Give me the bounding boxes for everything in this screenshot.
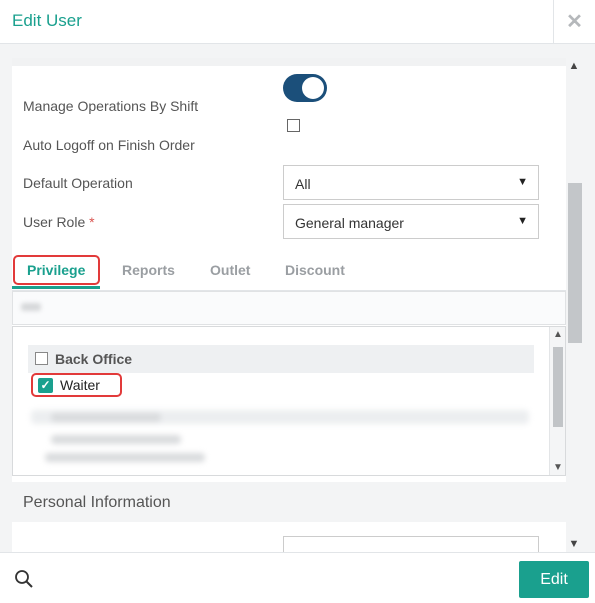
scroll-up-icon[interactable]: ▲ <box>550 329 565 340</box>
personal-info-input[interactable] <box>283 536 539 552</box>
back-office-checkbox[interactable] <box>35 352 48 365</box>
auto-logoff-checkbox[interactable] <box>287 119 300 132</box>
user-role-label-text: User Role <box>23 214 86 230</box>
default-operation-select[interactable]: All ▼ <box>283 165 539 200</box>
chevron-down-icon: ▼ <box>517 176 528 188</box>
scroll-thumb[interactable] <box>553 347 563 427</box>
highlight-annotation <box>31 373 122 397</box>
user-role-label: User Role * <box>23 214 95 230</box>
personal-information-section: Personal Information <box>12 482 566 522</box>
edit-button[interactable]: Edit <box>519 561 589 598</box>
manage-ops-label: Manage Operations By Shift <box>23 98 199 114</box>
default-operation-value: All <box>295 176 311 192</box>
tree-scrollbar[interactable]: ▲ ▼ <box>549 327 565 475</box>
dialog-scrollbar[interactable]: ▲ ▼ <box>566 58 582 550</box>
close-button[interactable]: ✕ <box>553 0 595 43</box>
scroll-down-icon[interactable]: ▼ <box>566 538 582 550</box>
auto-logoff-label: Auto Logoff on Finish Order <box>23 137 195 153</box>
required-marker: * <box>89 214 95 230</box>
close-icon: ✕ <box>566 11 583 33</box>
dialog-header: Edit User ✕ <box>0 0 595 44</box>
dialog-title: Edit User <box>12 11 82 30</box>
tab-outlet[interactable]: Outlet <box>210 262 250 278</box>
tab-reports[interactable]: Reports <box>122 262 175 278</box>
active-tab-indicator <box>12 286 100 289</box>
redacted-tree-items <box>31 405 531 475</box>
privilege-tree[interactable]: Back Office ✓ Waiter ▲ ▼ <box>12 326 566 476</box>
tab-discount[interactable]: Discount <box>285 262 345 278</box>
manage-ops-toggle[interactable] <box>283 74 327 102</box>
user-role-value: General manager <box>295 215 404 231</box>
dialog-body[interactable]: Manage Operations By Shift Auto Logoff o… <box>0 44 595 552</box>
dialog-footer: Edit <box>0 552 595 603</box>
chevron-down-icon: ▼ <box>517 215 528 227</box>
scroll-thumb[interactable] <box>568 183 582 343</box>
redacted-text <box>21 303 41 311</box>
panel-top-gap <box>12 58 566 66</box>
privilege-search-input[interactable] <box>12 291 566 325</box>
search-icon[interactable] <box>14 569 34 589</box>
scroll-down-icon[interactable]: ▼ <box>550 462 565 473</box>
highlight-annotation <box>13 255 100 285</box>
section-title: Personal Information <box>23 494 171 511</box>
back-office-label: Back Office <box>55 351 133 367</box>
default-operation-label: Default Operation <box>23 175 133 191</box>
scroll-up-icon[interactable]: ▲ <box>566 60 582 72</box>
form-panel: Manage Operations By Shift Auto Logoff o… <box>12 58 566 552</box>
user-role-select[interactable]: General manager ▼ <box>283 204 539 239</box>
toggle-knob <box>302 77 324 99</box>
